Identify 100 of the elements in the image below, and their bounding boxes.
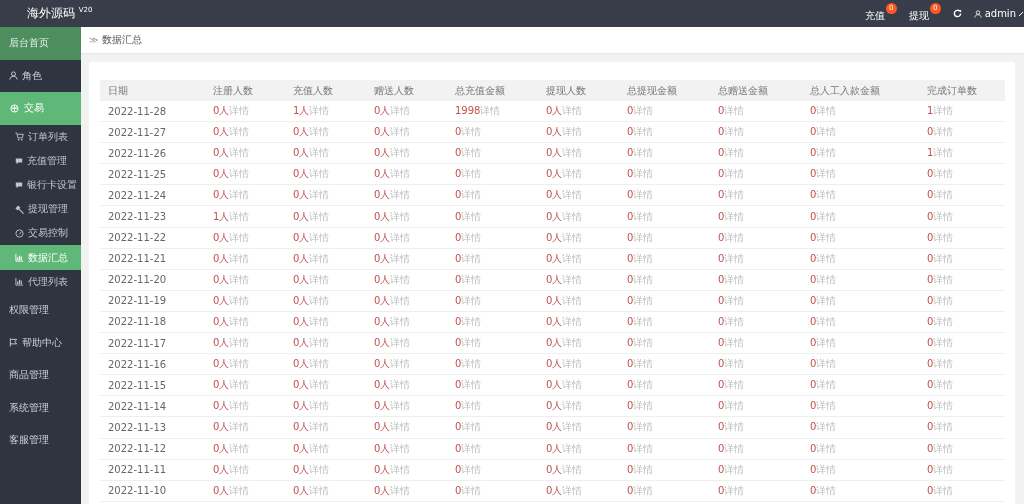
details-link[interactable]: 详情 (562, 337, 583, 349)
details-link[interactable]: 详情 (309, 252, 330, 264)
details-link[interactable]: 详情 (229, 294, 250, 306)
details-link[interactable]: 详情 (724, 105, 745, 117)
details-link[interactable]: 详情 (390, 316, 411, 327)
sidebar-subitem[interactable]: 数据汇总 (0, 245, 81, 270)
details-link[interactable]: 详情 (724, 210, 745, 222)
sidebar-item[interactable]: 角色 (0, 59, 81, 92)
details-link[interactable]: 详情 (633, 231, 654, 243)
details-link[interactable]: 详情 (724, 231, 745, 243)
details-link[interactable]: 详情 (562, 126, 583, 138)
details-link[interactable]: 详情 (816, 337, 837, 349)
details-link[interactable]: 详情 (461, 126, 482, 138)
details-link[interactable]: 详情 (816, 484, 837, 496)
details-link[interactable]: 详情 (309, 316, 330, 327)
details-link[interactable]: 详情 (933, 400, 954, 412)
details-link[interactable]: 详情 (633, 463, 654, 475)
details-link[interactable]: 详情 (633, 126, 654, 138)
details-link[interactable]: 详情 (309, 126, 330, 138)
sidebar-subitem[interactable]: 提现管理 (0, 197, 81, 222)
details-link[interactable]: 详情 (461, 421, 482, 433)
details-link[interactable]: 详情 (562, 463, 583, 475)
details-link[interactable]: 详情 (461, 210, 482, 222)
details-link[interactable]: 详情 (724, 147, 745, 159)
details-link[interactable]: 详情 (562, 294, 583, 306)
details-link[interactable]: 详情 (816, 400, 837, 412)
details-link[interactable]: 详情 (390, 400, 411, 412)
sidebar-item[interactable]: 客服管理 (0, 423, 81, 457)
sidebar-item[interactable]: 商品管理 (0, 358, 81, 392)
details-link[interactable]: 详情 (461, 294, 482, 306)
details-link[interactable]: 详情 (816, 252, 837, 264)
details-link[interactable]: 详情 (816, 210, 837, 222)
details-link[interactable]: 详情 (933, 463, 954, 475)
details-link[interactable]: 详情 (724, 421, 745, 433)
details-link[interactable]: 详情 (562, 273, 583, 285)
details-link[interactable]: 详情 (309, 189, 330, 201)
details-link[interactable]: 详情 (724, 463, 745, 475)
details-link[interactable]: 详情 (633, 105, 654, 117)
details-link[interactable]: 详情 (933, 210, 954, 222)
details-link[interactable]: 详情 (229, 358, 250, 370)
details-link[interactable]: 详情 (309, 379, 330, 391)
details-link[interactable]: 详情 (229, 189, 250, 201)
details-link[interactable]: 详情 (633, 358, 654, 370)
details-link[interactable]: 详情 (933, 442, 954, 454)
details-link[interactable]: 详情 (933, 358, 954, 370)
details-link[interactable]: 详情 (633, 379, 654, 391)
details-link[interactable]: 详情 (390, 273, 411, 285)
details-link[interactable]: 详情 (461, 147, 482, 159)
details-link[interactable]: 详情 (933, 273, 954, 285)
details-link[interactable]: 详情 (461, 189, 482, 201)
details-link[interactable]: 详情 (229, 252, 250, 264)
sidebar-subitem[interactable]: 充值管理 (0, 148, 81, 173)
details-link[interactable]: 详情 (633, 316, 654, 327)
details-link[interactable]: 详情 (724, 126, 745, 138)
details-link[interactable]: 详情 (633, 252, 654, 264)
sidebar-item[interactable]: 交易 (0, 92, 81, 125)
details-link[interactable]: 详情 (229, 400, 250, 412)
details-link[interactable]: 详情 (633, 210, 654, 222)
details-link[interactable]: 详情 (933, 168, 954, 180)
details-link[interactable]: 详情 (461, 337, 482, 349)
details-link[interactable]: 详情 (229, 484, 250, 496)
details-link[interactable]: 详情 (724, 252, 745, 264)
details-link[interactable]: 详情 (816, 463, 837, 475)
details-link[interactable]: 详情 (724, 337, 745, 349)
details-link[interactable]: 详情 (229, 442, 250, 454)
user-name[interactable]: admin (984, 8, 1016, 19)
details-link[interactable]: 详情 (633, 442, 654, 454)
details-link[interactable]: 详情 (562, 358, 583, 370)
details-link[interactable]: 详情 (633, 273, 654, 285)
details-link[interactable]: 详情 (933, 379, 954, 391)
details-link[interactable]: 详情 (562, 316, 583, 327)
details-link[interactable]: 详情 (816, 231, 837, 243)
details-link[interactable]: 详情 (933, 316, 954, 327)
details-link[interactable]: 详情 (229, 316, 250, 327)
details-link[interactable]: 详情 (461, 484, 482, 496)
details-link[interactable]: 详情 (816, 273, 837, 285)
details-link[interactable]: 详情 (933, 105, 954, 117)
details-link[interactable]: 详情 (309, 210, 330, 222)
sidebar-subitem[interactable]: 订单列表 (0, 124, 81, 149)
details-link[interactable]: 详情 (229, 463, 250, 475)
details-link[interactable]: 详情 (724, 484, 745, 496)
details-link[interactable]: 详情 (461, 442, 482, 454)
details-link[interactable]: 详情 (390, 105, 411, 117)
details-link[interactable]: 详情 (562, 442, 583, 454)
details-link[interactable]: 详情 (309, 442, 330, 454)
details-link[interactable]: 详情 (229, 147, 250, 159)
details-link[interactable]: 详情 (816, 442, 837, 454)
details-link[interactable]: 详情 (390, 337, 411, 349)
details-link[interactable]: 详情 (390, 484, 411, 496)
details-link[interactable]: 详情 (816, 379, 837, 391)
details-link[interactable]: 详情 (229, 210, 250, 222)
details-link[interactable]: 详情 (229, 168, 250, 180)
details-link[interactable]: 详情 (816, 189, 837, 201)
details-link[interactable]: 详情 (461, 168, 482, 180)
details-link[interactable]: 详情 (390, 147, 411, 159)
details-link[interactable]: 详情 (390, 421, 411, 433)
nav-link[interactable]: 提现 (908, 4, 929, 23)
details-link[interactable]: 详情 (390, 231, 411, 243)
details-link[interactable]: 详情 (309, 484, 330, 496)
details-link[interactable]: 详情 (390, 379, 411, 391)
